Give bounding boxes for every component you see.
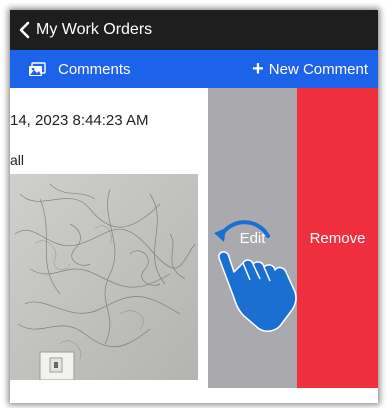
comment-photo[interactable] — [10, 174, 198, 380]
wall-photo-image — [10, 174, 198, 380]
photo-icon — [29, 61, 46, 76]
remove-label: Remove — [309, 229, 366, 247]
navigation-bar: My Work Orders — [10, 10, 378, 50]
back-button[interactable]: My Work Orders — [10, 10, 152, 50]
comment-text: all — [10, 152, 25, 168]
new-comment-label: New Comment — [268, 60, 368, 78]
nav-title: My Work Orders — [36, 21, 153, 38]
comments-label: Comments — [58, 60, 131, 78]
chevron-left-icon — [19, 21, 30, 39]
comments-tab[interactable]: Comments — [28, 50, 131, 88]
comments-header-bar: Comments + New Comment — [10, 50, 378, 88]
edit-swipe-action[interactable]: Edit — [208, 88, 297, 388]
new-comment-button[interactable]: + New Comment — [252, 50, 368, 88]
app-frame: My Work Orders Comments + New Comment 14… — [10, 10, 378, 403]
plus-icon: + — [252, 58, 264, 80]
edit-label: Edit — [239, 229, 266, 247]
comment-timestamp: 14, 2023 8:44:23 AM — [10, 112, 149, 129]
remove-swipe-action[interactable]: Remove — [297, 88, 378, 388]
comment-row-content[interactable]: 14, 2023 8:44:23 AM all — [10, 88, 207, 388]
